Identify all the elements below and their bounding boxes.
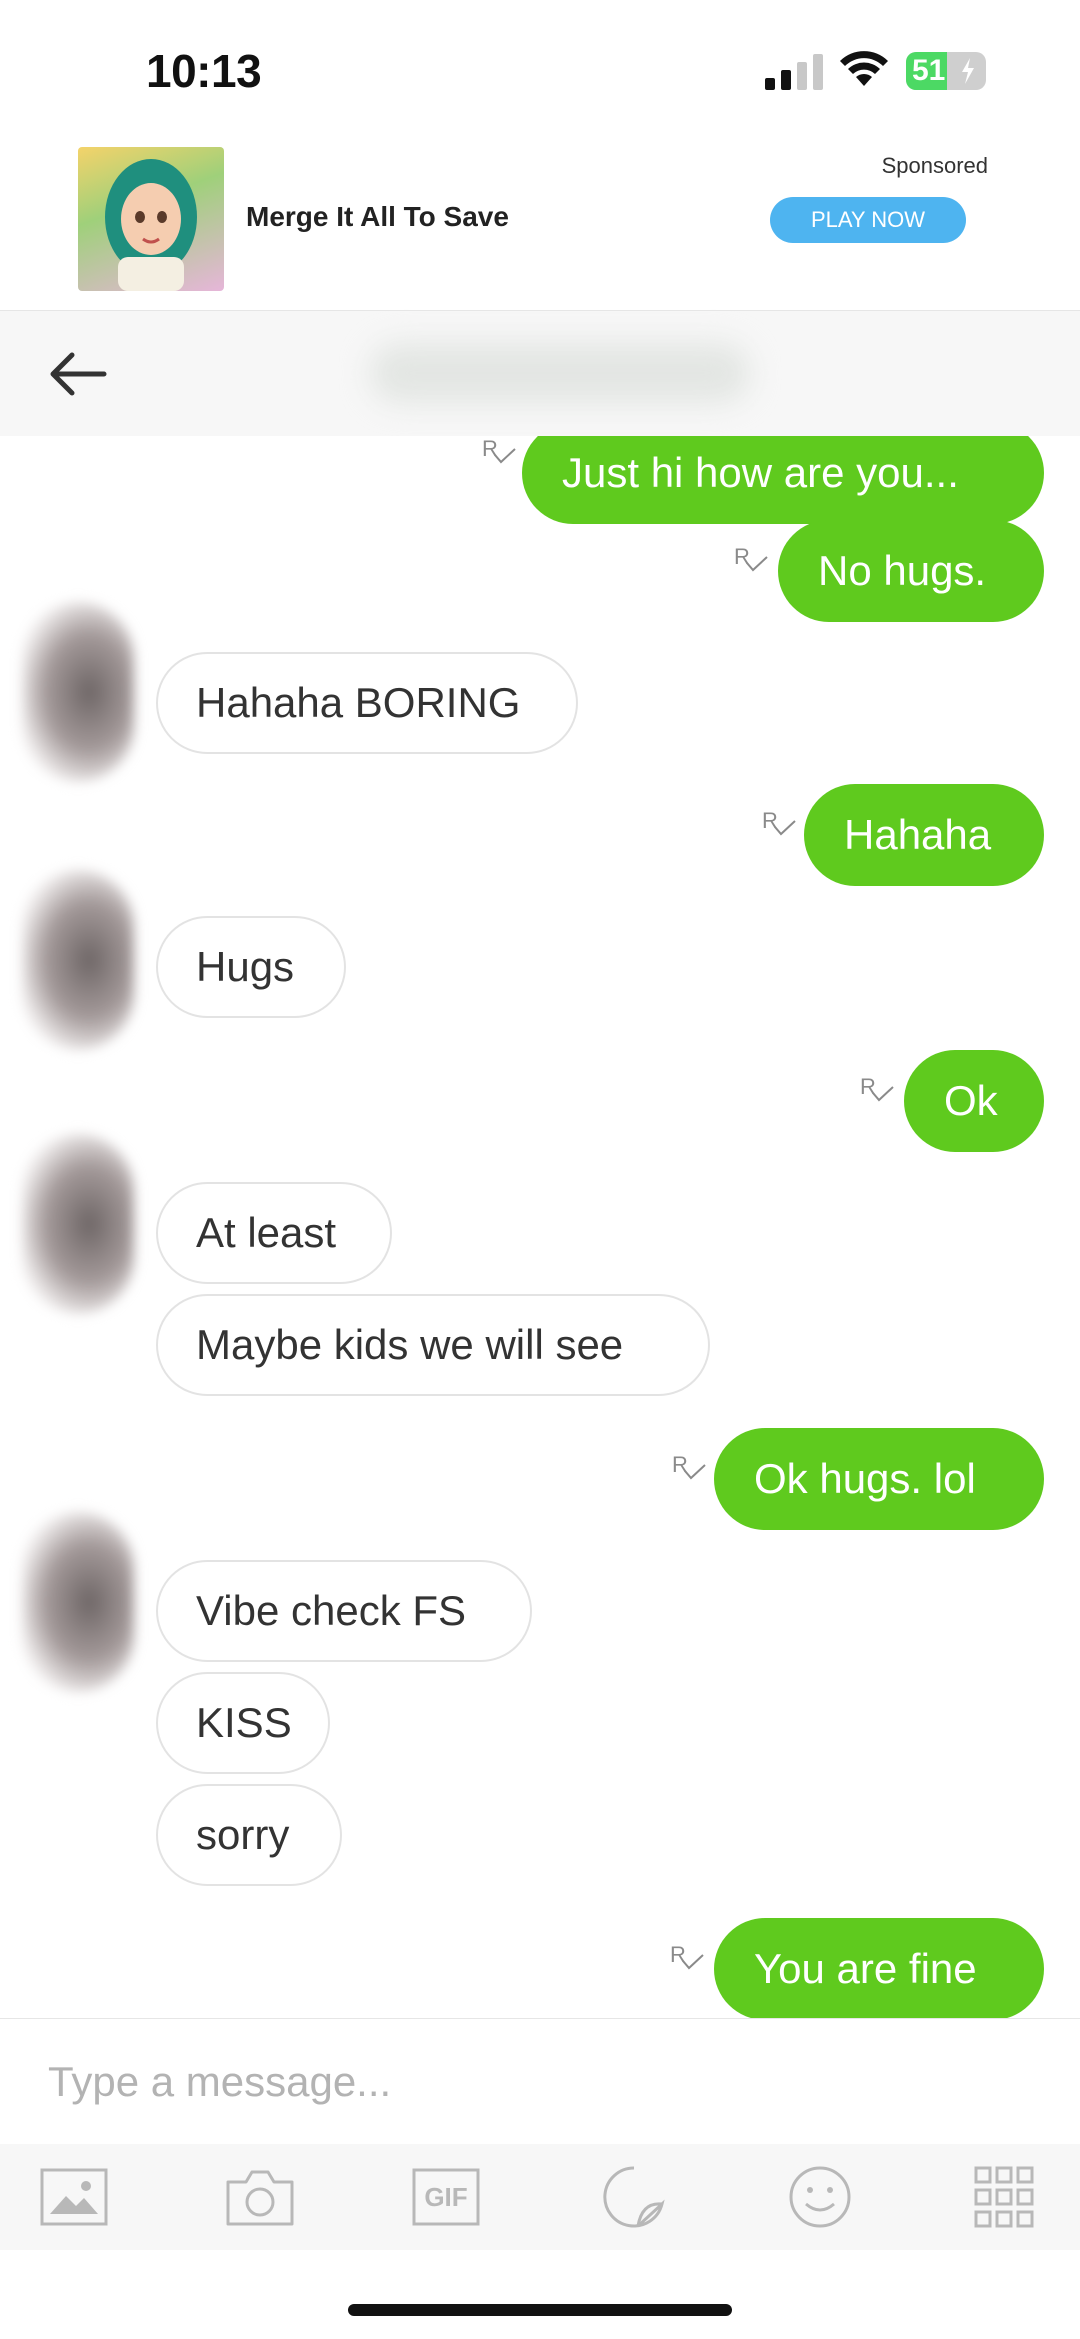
chat-header (0, 310, 1080, 437)
outgoing-message[interactable]: Hahaha (804, 784, 1044, 886)
incoming-message[interactable]: Maybe kids we will see (156, 1294, 710, 1396)
incoming-message[interactable]: KISS (156, 1672, 330, 1774)
back-arrow-icon[interactable] (46, 347, 110, 401)
read-receipt-icon: R (734, 544, 770, 578)
incoming-message[interactable]: Hugs (156, 916, 346, 1018)
ad-sponsored-label: Sponsored (881, 153, 988, 178)
camera-icon[interactable] (224, 2164, 296, 2230)
sticker-icon[interactable] (598, 2164, 670, 2230)
battery-percent: 51 (912, 54, 946, 87)
cellular-signal-icon (765, 54, 823, 90)
ad-play-now-button[interactable]: PLAY NOW (770, 197, 966, 243)
outgoing-message[interactable]: Just hi how are you... (522, 436, 1044, 524)
read-receipt-icon: R (482, 436, 518, 470)
message-list[interactable]: Just hi how are you... R No hugs. R Haha… (0, 436, 1080, 2018)
emoji-icon[interactable] (784, 2164, 856, 2230)
read-receipt-icon: R (762, 808, 798, 842)
wifi-icon (840, 51, 888, 86)
ad-banner[interactable]: Merge It All To Save Sponsored PLAY NOW (0, 135, 1080, 310)
outgoing-message[interactable]: No hugs. (778, 520, 1044, 622)
read-receipt-icon: R (860, 1074, 896, 1108)
ad-title[interactable]: Merge It All To Save (246, 201, 509, 233)
status-time: 10:13 (146, 45, 262, 97)
home-indicator-area (0, 2250, 1080, 2339)
message-composer (0, 2018, 1080, 2145)
incoming-message[interactable]: Vibe check FS (156, 1560, 532, 1662)
contact-avatar[interactable] (22, 602, 134, 782)
message-input[interactable] (0, 2019, 1080, 2145)
charging-bolt-icon (962, 58, 974, 84)
ad-image[interactable] (78, 147, 224, 291)
grid-icon[interactable] (968, 2164, 1040, 2230)
gif-icon[interactable]: GIF (410, 2164, 482, 2230)
status-bar: 10:13 51 (0, 0, 1080, 135)
incoming-message[interactable]: Hahaha BORING (156, 652, 578, 754)
home-indicator[interactable] (348, 2304, 732, 2316)
contact-avatar[interactable] (22, 1134, 134, 1314)
gif-label: GIF (424, 2182, 468, 2212)
contact-avatar[interactable] (22, 1512, 134, 1692)
contact-name-blurred[interactable] (370, 343, 750, 403)
attachment-toolbar: GIF (0, 2144, 1080, 2250)
outgoing-message[interactable]: Ok (904, 1050, 1044, 1152)
contact-avatar[interactable] (22, 870, 134, 1050)
incoming-message[interactable]: sorry (156, 1784, 342, 1886)
outgoing-message[interactable]: You are fine (714, 1918, 1044, 2018)
read-receipt-icon: R (672, 1452, 708, 1486)
outgoing-message[interactable]: Ok hugs. lol (714, 1428, 1044, 1530)
incoming-message[interactable]: At least (156, 1182, 392, 1284)
image-icon[interactable] (38, 2164, 110, 2230)
read-receipt-icon: R (670, 1942, 706, 1976)
